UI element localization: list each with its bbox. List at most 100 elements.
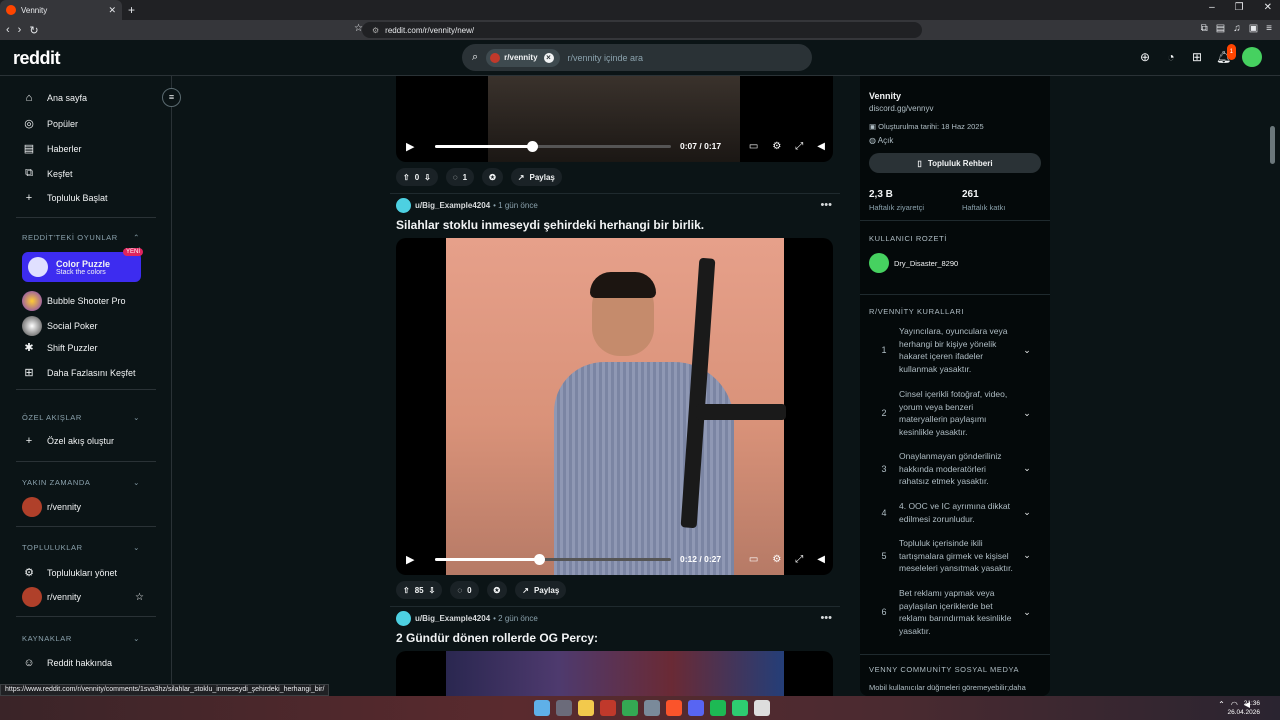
video-player[interactable]: ▶ 0:12 / 0:27 ▭ ⚙ ⤢ ◀︎ bbox=[396, 238, 833, 575]
minimize-icon[interactable]: – bbox=[1209, 2, 1215, 13]
video-scrub-handle[interactable] bbox=[526, 140, 538, 152]
search-bar[interactable]: ⌕ r/vennity × bbox=[462, 44, 812, 71]
new-tab-icon[interactable]: + bbox=[128, 3, 135, 17]
extensions-icon[interactable]: ⧉ bbox=[1201, 23, 1208, 34]
user-avatar[interactable] bbox=[396, 611, 411, 626]
promo-color-puzzle[interactable]: Color Puzzle Stack the colors YENİ bbox=[22, 248, 143, 282]
tab-close-icon[interactable]: ✕ bbox=[108, 5, 116, 16]
spotify-icon[interactable] bbox=[710, 700, 726, 716]
video-scrub-handle[interactable] bbox=[533, 553, 545, 565]
section-resources-header[interactable]: KAYNAKLAR ⌄ bbox=[22, 634, 140, 643]
sidebar-game-social-poker[interactable]: Social Poker bbox=[22, 316, 98, 336]
sidebar-item-explore[interactable]: ⧉ Keşfet bbox=[22, 167, 72, 180]
settings-icon[interactable]: ⚙ bbox=[772, 554, 781, 565]
media-icon[interactable]: ♫ bbox=[1233, 23, 1241, 34]
collapse-sidebar-icon[interactable]: ≡ bbox=[162, 88, 181, 107]
captions-icon[interactable]: ▭ bbox=[749, 554, 758, 565]
acrobat-icon[interactable] bbox=[600, 700, 616, 716]
sidebar-item-start-community[interactable]: + Topluluk Başlat bbox=[22, 192, 108, 204]
start-icon[interactable] bbox=[534, 700, 550, 716]
community-guide-button[interactable]: ▯ Topluluk Rehberi bbox=[869, 153, 1041, 173]
post-title[interactable]: Silahlar stoklu inmeseydi şehirdeki herh… bbox=[396, 218, 704, 232]
app-icon[interactable] bbox=[732, 700, 748, 716]
fullscreen-icon[interactable]: ⤢ bbox=[795, 554, 803, 565]
chrome-icon[interactable] bbox=[622, 700, 638, 716]
rule-item[interactable]: 6 Bet reklamı yapmak veya paylaşılan içer… bbox=[869, 587, 1041, 637]
user-avatar[interactable] bbox=[396, 198, 411, 213]
search-community-chip[interactable]: r/vennity × bbox=[486, 48, 560, 67]
sidebar-game-shift-puzzler[interactable]: ✱ Shift Puzzler bbox=[22, 341, 97, 354]
rule-item[interactable]: 2 Cinsel içerikli fotoğraf, video, yorum … bbox=[869, 388, 1041, 438]
chat-icon[interactable]: ◔ bbox=[1164, 50, 1178, 64]
captions-icon[interactable]: ▭ bbox=[749, 141, 758, 152]
post-title[interactable]: 2 Gündür dönen rollerde OG Percy: bbox=[396, 631, 598, 645]
comments-button[interactable]: ◌ 1 bbox=[445, 168, 475, 186]
sidebar-community-vennity[interactable]: r/vennity ☆ bbox=[22, 587, 144, 607]
notification-icon[interactable]: 🔔︎ 1 bbox=[1216, 44, 1236, 64]
post-author[interactable]: u/Big_Example4204 bbox=[415, 201, 490, 210]
more-options-icon[interactable]: ••• bbox=[820, 199, 832, 211]
back-icon[interactable]: ‹ bbox=[6, 24, 10, 37]
rule-item[interactable]: 3 Onaylanmayan gönderiliniz hakkında mode… bbox=[869, 450, 1041, 488]
award-button[interactable]: ✪ bbox=[486, 581, 508, 599]
more-options-icon[interactable]: ••• bbox=[820, 612, 832, 624]
play-icon[interactable]: ▶ bbox=[406, 140, 414, 153]
reload-icon[interactable]: ↻ bbox=[29, 24, 38, 37]
sidebar-explore-more-games[interactable]: ⊞ Daha Fazlasını Keşfet bbox=[22, 366, 135, 379]
sidebar-manage-communities[interactable]: ⚙ Toplulukları yönet bbox=[22, 566, 117, 579]
wallet-icon[interactable]: ▣ bbox=[1249, 23, 1258, 34]
video-player[interactable]: ▶ 0:07 / 0:17 ▭ ⚙ ⤢ ◀︎ bbox=[396, 76, 833, 162]
section-games-header[interactable]: REDDİT'TEKİ OYUNLAR ⌃ bbox=[22, 233, 140, 242]
video-progress-bar[interactable] bbox=[435, 140, 671, 152]
file-explorer-icon[interactable] bbox=[578, 700, 594, 716]
volume-icon[interactable]: ◀︎ bbox=[817, 141, 825, 152]
taskbar-search-icon[interactable] bbox=[556, 700, 572, 716]
sidebar-recent-vennity[interactable]: r/vennity bbox=[22, 497, 81, 517]
user-avatar[interactable] bbox=[1242, 47, 1262, 67]
share-button[interactable]: ↗ Paylaş bbox=[510, 168, 562, 186]
sidebar-icon[interactable]: ▤ bbox=[1216, 23, 1225, 34]
sidebar-about-reddit[interactable]: ☺ Reddit hakkında bbox=[22, 657, 112, 669]
site-info-icon[interactable]: ⚙ bbox=[372, 26, 379, 35]
section-communities-header[interactable]: TOPLULUKLAR ⌄ bbox=[22, 543, 140, 552]
post-author[interactable]: u/Big_Example4204 bbox=[415, 614, 490, 623]
sidebar-create-custom-feed[interactable]: + Özel akış oluştur bbox=[22, 435, 114, 447]
award-button[interactable]: ✪ bbox=[482, 168, 503, 186]
rule-item[interactable]: 5 Topluluk içerisinde ikili tartışmalara … bbox=[869, 537, 1041, 575]
share-button[interactable]: ↗ Paylaş bbox=[515, 581, 567, 599]
section-custom-feeds-header[interactable]: ÖZEL AKIŞLAR ⌄ bbox=[22, 413, 140, 422]
settings-icon[interactable]: ⚙ bbox=[772, 141, 781, 152]
downvote-icon[interactable]: ⇩ bbox=[429, 586, 436, 595]
sidebar-item-popular[interactable]: ◎ Popüler bbox=[22, 117, 78, 130]
sidebar-game-bubble-shooter[interactable]: Bubble Shooter Pro bbox=[22, 291, 126, 311]
brave-icon[interactable] bbox=[666, 700, 682, 716]
close-window-icon[interactable]: ✕ bbox=[1264, 2, 1272, 13]
video-player[interactable] bbox=[396, 651, 833, 696]
url-field[interactable]: ⚙ reddit.com/r/vennity/new/ bbox=[362, 22, 922, 38]
downvote-icon[interactable]: ⇩ bbox=[424, 173, 431, 182]
discord-icon[interactable] bbox=[688, 700, 704, 716]
comments-button[interactable]: ◌ 0 bbox=[450, 581, 479, 599]
fullscreen-icon[interactable]: ⤢ bbox=[795, 141, 803, 152]
advertise-icon[interactable]: ⊕ bbox=[1138, 50, 1152, 64]
section-recent-header[interactable]: YAKIN ZAMANDA ⌄ bbox=[22, 478, 140, 487]
page-scrollbar[interactable] bbox=[1270, 126, 1275, 164]
browser-tab[interactable]: Vennity ✕ bbox=[0, 0, 122, 20]
community-link[interactable]: discord.gg/vennyv bbox=[869, 104, 933, 113]
sidebar-item-home[interactable]: ⌂ Ana sayfa bbox=[22, 92, 87, 104]
clear-chip-icon[interactable]: × bbox=[543, 52, 554, 63]
menu-icon[interactable]: ≡ bbox=[1266, 23, 1272, 34]
create-post-icon[interactable]: ⊞ bbox=[1190, 50, 1204, 64]
upvote-icon[interactable]: ⇧ bbox=[403, 586, 410, 595]
taskbar-clock[interactable]: 21:36 26.04.2026 bbox=[1227, 699, 1260, 717]
app-icon[interactable] bbox=[754, 700, 770, 716]
video-progress-bar[interactable] bbox=[435, 553, 671, 565]
app-icon[interactable] bbox=[644, 700, 660, 716]
play-icon[interactable]: ▶ bbox=[406, 553, 414, 566]
sidebar-item-news[interactable]: ▤ Haberler bbox=[22, 142, 82, 155]
user-badge[interactable]: Dry_Disaster_8290 bbox=[869, 253, 958, 273]
forward-icon[interactable]: › bbox=[18, 24, 22, 37]
maximize-icon[interactable]: ❐ bbox=[1235, 2, 1244, 13]
upvote-icon[interactable]: ⇧ bbox=[403, 173, 410, 182]
star-icon[interactable]: ☆ bbox=[135, 592, 144, 603]
